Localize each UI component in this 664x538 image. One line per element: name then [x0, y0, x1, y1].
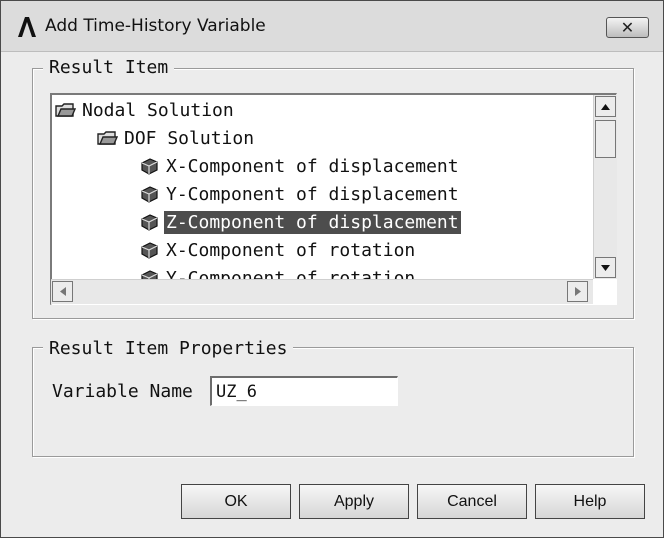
- title-bar[interactable]: Add Time-History Variable ✕: [1, 1, 663, 52]
- tree-item-label: DOF Solution: [124, 127, 255, 149]
- tree-item-label: Z-Component of displacement: [164, 210, 461, 234]
- variable-name-label: Variable Name: [52, 381, 193, 402]
- arrow-up-icon: [601, 103, 610, 110]
- cube-icon: [138, 156, 160, 176]
- scroll-up-button[interactable]: [595, 96, 616, 117]
- tree-item[interactable]: Y-Component of displacement: [138, 181, 461, 207]
- tree-item[interactable]: Z-Component of displacement: [138, 209, 461, 235]
- folder-icon: [96, 128, 119, 148]
- arrow-left-icon: [59, 287, 66, 296]
- tree-item[interactable]: X-Component of displacement: [138, 153, 461, 179]
- cube-icon: [138, 184, 160, 204]
- arrow-down-icon: [601, 264, 610, 271]
- scroll-right-button[interactable]: [567, 281, 588, 302]
- help-button[interactable]: Help: [535, 484, 645, 519]
- result-item-tree[interactable]: Nodal Solution DOF Solution X-Component of…: [50, 93, 617, 305]
- scroll-down-button[interactable]: [595, 257, 616, 278]
- tree-item-label: X-Component of displacement: [166, 155, 459, 177]
- scroll-thumb[interactable]: [595, 120, 616, 158]
- window-title: Add Time-History Variable: [45, 16, 266, 36]
- folder-icon: [54, 100, 77, 120]
- tree-item[interactable]: Nodal Solution: [54, 97, 236, 123]
- apply-button[interactable]: Apply: [299, 484, 409, 519]
- result-item-legend: Result Item: [43, 57, 175, 78]
- scroll-left-button[interactable]: [52, 281, 73, 302]
- close-button[interactable]: ✕: [606, 17, 649, 38]
- cube-icon: [138, 240, 160, 260]
- horizontal-scrollbar[interactable]: [51, 279, 593, 304]
- tree-item-label: X-Component of rotation: [166, 239, 416, 261]
- tree-item[interactable]: X-Component of rotation: [138, 237, 417, 263]
- arrow-right-icon: [574, 287, 581, 296]
- cube-icon: [138, 212, 160, 232]
- dialog-window: Add Time-History Variable ✕ Result Item …: [0, 0, 664, 538]
- ok-button[interactable]: OK: [181, 484, 291, 519]
- cancel-button[interactable]: Cancel: [417, 484, 527, 519]
- tree-item-label: Y-Component of displacement: [166, 183, 459, 205]
- tree-item-label: Nodal Solution: [82, 99, 234, 121]
- variable-name-input[interactable]: [210, 376, 398, 406]
- tree-item[interactable]: DOF Solution: [96, 125, 256, 151]
- vertical-scrollbar[interactable]: [593, 95, 617, 279]
- close-icon: ✕: [620, 17, 635, 37]
- ansys-logo-icon: [18, 17, 36, 37]
- properties-legend: Result Item Properties: [43, 338, 294, 359]
